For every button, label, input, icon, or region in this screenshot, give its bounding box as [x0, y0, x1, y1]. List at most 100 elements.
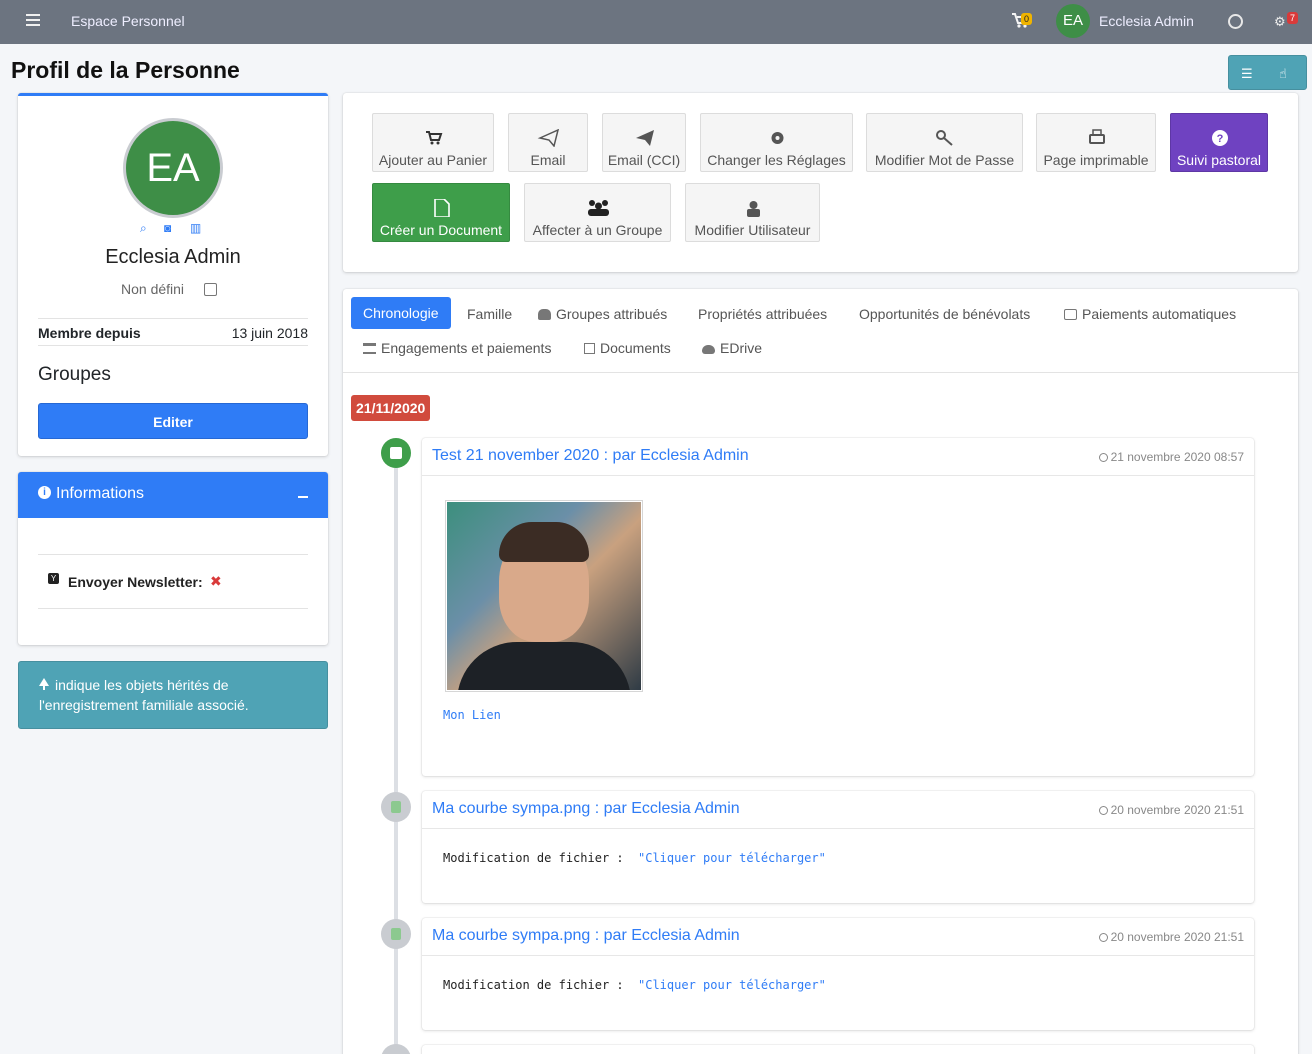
info-icon: i: [38, 486, 51, 499]
tab-documents-label: Documents: [600, 340, 671, 356]
tab-chronologie[interactable]: Chronologie: [351, 297, 451, 329]
timeline-item-header: Ma courbe sympa.png : par Ecclesia Admin…: [422, 791, 1254, 829]
avatar-tools: ⌕ ◙ ▥: [140, 221, 210, 235]
title-button-group: ☰ ☝: [1228, 55, 1307, 90]
change-settings-label: Changer les Réglages: [707, 152, 846, 168]
profile-tabs: Chronologie Famille Groupes attribués Pr…: [343, 289, 1298, 373]
newsletter-disabled-icon: ✖: [210, 573, 222, 589]
edit-user-button[interactable]: Modifier Utilisateur: [685, 183, 820, 242]
tab-paiements-auto-label: Paiements automatiques: [1082, 306, 1237, 322]
paper-plane-icon: [636, 130, 654, 146]
email-button[interactable]: Email: [508, 113, 588, 172]
printable-page-button[interactable]: Page imprimable: [1036, 113, 1156, 172]
timeline-item-title[interactable]: Test 21 november 2020 : par Ecclesia Adm…: [432, 447, 749, 465]
email-cci-button[interactable]: Email (CCI): [602, 113, 686, 172]
edit-user-label: Modifier Utilisateur: [694, 222, 811, 238]
tab-paiements-auto[interactable]: Paiements automatiques: [1064, 306, 1236, 322]
clock-icon: [1098, 933, 1108, 942]
download-link[interactable]: "Cliquer pour télécharger": [638, 978, 826, 992]
timeline-item-title[interactable]: Ma courbe sympa.png : par Ecclesia Admin: [432, 927, 740, 945]
note-photo: [445, 500, 643, 692]
cart-count-badge: 0: [1021, 13, 1033, 25]
cloud-icon: [702, 345, 715, 354]
member-since-label: Membre depuis: [38, 325, 141, 341]
tab-engagements[interactable]: Engagements et paiements: [363, 340, 551, 356]
key-icon: [936, 130, 953, 146]
profile-subtitle: Non défini: [121, 281, 185, 297]
timeline-item-time-text: 21 novembre 2020 08:57: [1110, 450, 1244, 464]
edit-icon[interactable]: [204, 283, 217, 296]
user-name[interactable]: Ecclesia Admin: [1099, 13, 1194, 29]
tab-edrive[interactable]: EDrive: [702, 340, 762, 356]
collapse-icon[interactable]: [298, 496, 308, 498]
top-navbar: Espace Personnel 0 EA Ecclesia Admin ⚙ 7: [0, 0, 1312, 44]
download-link[interactable]: "Cliquer pour télécharger": [638, 851, 826, 865]
change-password-button[interactable]: Modifier Mot de Passe: [866, 113, 1023, 172]
users-icon: [538, 309, 551, 320]
user-avatar[interactable]: EA: [1056, 4, 1090, 38]
profile-name: Ecclesia Admin: [105, 246, 241, 268]
print-icon: [1089, 129, 1105, 144]
page-title: Profil de la Personne: [11, 57, 240, 83]
camera-icon[interactable]: ◙: [164, 221, 171, 235]
note-link[interactable]: Mon Lien: [443, 708, 501, 722]
timeline-item-time-text: 20 novembre 2020 21:51: [1110, 930, 1244, 944]
credit-card-icon: [1064, 309, 1077, 320]
trash-icon[interactable]: ▥: [190, 221, 201, 235]
groups-heading: Groupes: [38, 364, 111, 385]
timeline-item-time-text: 20 novembre 2020 21:51: [1110, 803, 1244, 817]
profile-avatar: EA: [123, 118, 223, 218]
pastoral-care-label: Suivi pastoral: [1176, 152, 1262, 168]
bank-icon: [363, 343, 376, 354]
svg-text:?: ?: [1217, 133, 1224, 145]
assign-group-button[interactable]: Affecter à un Groupe: [524, 183, 671, 242]
edit-groups-button[interactable]: Editer: [38, 403, 308, 439]
timeline-item-time: 20 novembre 2020 21:51: [1098, 803, 1244, 817]
tab-engagements-label: Engagements et paiements: [381, 340, 552, 356]
member-since-row: Membre depuis 13 juin 2018: [38, 318, 308, 346]
timeline-line: [394, 440, 398, 1054]
users-icon: [588, 200, 609, 216]
change-settings-button[interactable]: Changer les Réglages: [700, 113, 853, 172]
timeline-file-image-icon: [381, 919, 411, 949]
tree-icon: [39, 678, 49, 690]
assign-group-label: Affecter à un Groupe: [532, 222, 663, 238]
add-to-cart-button[interactable]: Ajouter au Panier: [372, 113, 494, 172]
tab-famille[interactable]: Famille: [467, 306, 512, 322]
timeline-item-header: Test 21 november 2020 : par Ecclesia Adm…: [422, 438, 1254, 476]
list-icon[interactable]: ☰: [1241, 66, 1253, 82]
timeline-item: [422, 1045, 1254, 1054]
create-document-button[interactable]: Créer un Document: [372, 183, 510, 242]
file-change-text: Modification de fichier :: [443, 851, 624, 865]
thumbs-up-icon[interactable]: ☝: [1279, 66, 1287, 82]
zoom-icon[interactable]: ⌕: [140, 221, 147, 236]
create-document-label: Créer un Document: [379, 222, 503, 238]
info-card-title: Informations: [56, 485, 145, 502]
tab-groupes[interactable]: Groupes attribués: [538, 306, 667, 322]
user-secret-icon: [747, 201, 760, 217]
timeline-item-time: 21 novembre 2020 08:57: [1098, 450, 1244, 464]
printable-page-label: Page imprimable: [1043, 152, 1149, 168]
brand-title[interactable]: Espace Personnel: [71, 13, 185, 29]
cart-plus-icon: [426, 131, 443, 145]
member-since-value: 13 juin 2018: [231, 325, 308, 341]
email-cci-label: Email (CCI): [607, 152, 681, 168]
timeline-item-title[interactable]: Ma courbe sympa.png : par Ecclesia Admin: [432, 800, 740, 818]
notification-count-badge: 7: [1287, 12, 1299, 24]
timeline-item-header: Ma courbe sympa.png : par Ecclesia Admin…: [422, 918, 1254, 956]
email-label: Email: [530, 152, 566, 168]
menu-toggle-icon[interactable]: [26, 14, 40, 26]
pastoral-care-button[interactable]: ? Suivi pastoral: [1170, 113, 1268, 172]
question-circle-icon: ?: [1212, 130, 1228, 146]
clock-icon: [1098, 453, 1108, 462]
tab-benevolats[interactable]: Opportunités de bénévolats: [859, 306, 1030, 322]
help-lifebuoy-icon[interactable]: [1228, 14, 1243, 29]
timeline-date-badge: 21/11/2020: [351, 395, 431, 421]
tab-documents[interactable]: Documents: [584, 340, 671, 356]
newsletter-label: Envoyer Newsletter:: [68, 574, 203, 590]
gears-icon[interactable]: ⚙: [1274, 14, 1286, 30]
tab-proprietes[interactable]: Propriétés attribuées: [698, 306, 827, 322]
tab-edrive-label: EDrive: [720, 340, 763, 356]
info-card: i Informations Y Envoyer Newsletter: ✖: [18, 472, 328, 645]
timeline-file-image-icon: [381, 792, 411, 822]
